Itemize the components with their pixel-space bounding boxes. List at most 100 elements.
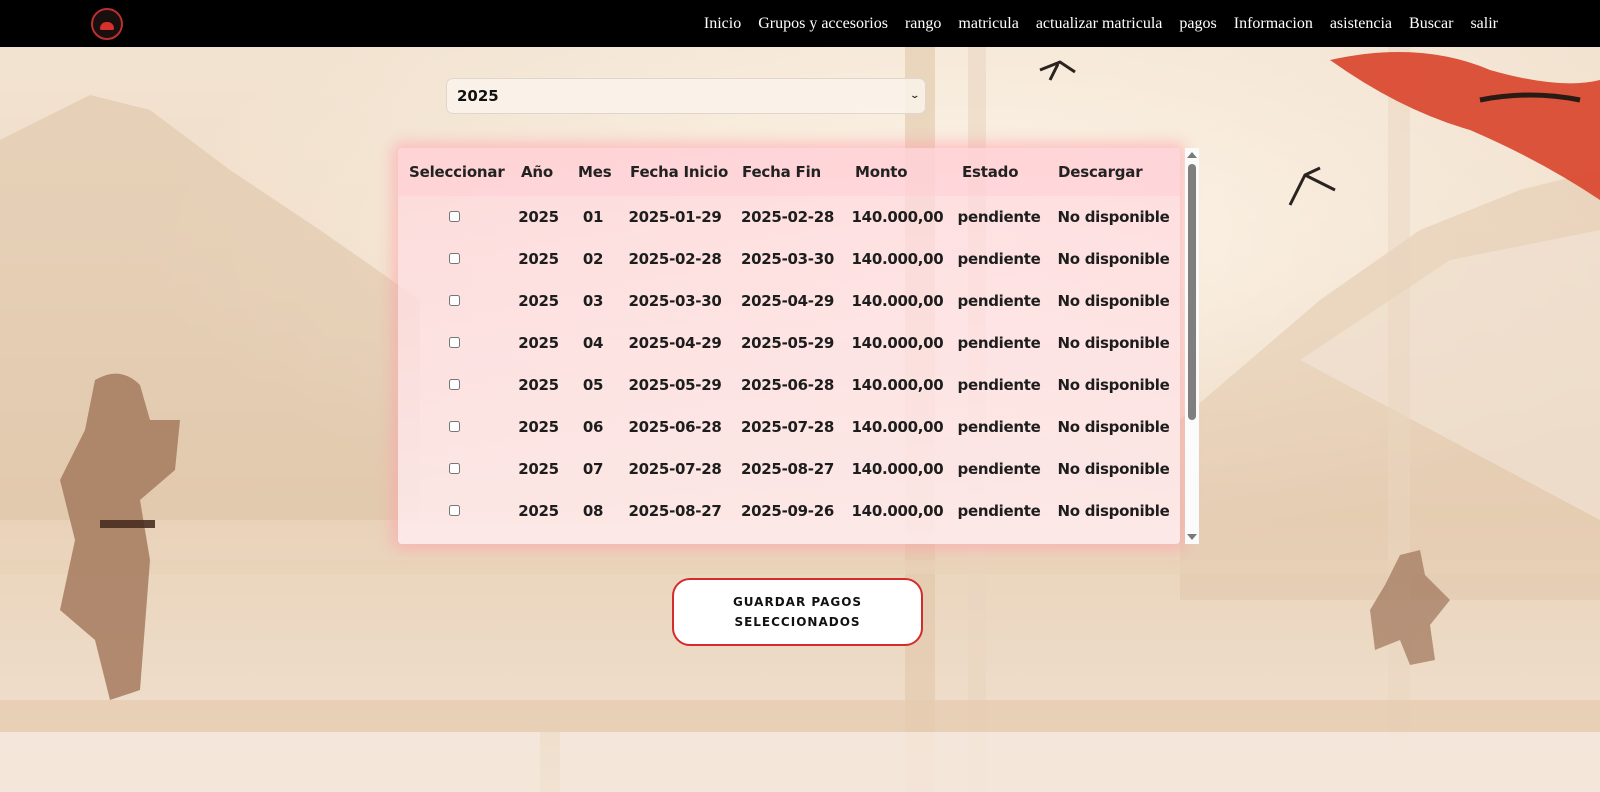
cell-monto: 140.000,00 bbox=[851, 250, 944, 268]
cell-fecha-fin: 2025-02-28 bbox=[741, 208, 834, 226]
cell-anio: 2025 bbox=[518, 376, 559, 394]
row-select-checkbox[interactable] bbox=[448, 379, 460, 390]
cell-estado: pendiente bbox=[957, 208, 1041, 226]
header-fecha-fin: Fecha Fin bbox=[742, 163, 821, 181]
table-row: 2025 07 2025-07-28 2025-08-27 140.000,00… bbox=[398, 448, 1180, 490]
cell-descargar: No disponible bbox=[1057, 376, 1170, 394]
nav-link-informacion[interactable]: Informacion bbox=[1234, 15, 1313, 33]
table-row: 2025 01 2025-01-29 2025-02-28 140.000,00… bbox=[398, 196, 1180, 238]
cell-mes: 08 bbox=[582, 502, 604, 520]
cell-anio: 2025 bbox=[518, 460, 559, 478]
table-row: 2025 06 2025-06-28 2025-07-28 140.000,00… bbox=[398, 406, 1180, 448]
nav-link-asistencia[interactable]: asistencia bbox=[1330, 15, 1392, 33]
cell-fecha-inicio: 2025-08-27 bbox=[628, 502, 722, 520]
row-select-checkbox[interactable] bbox=[448, 421, 460, 432]
table-row: 2025 05 2025-05-29 2025-06-28 140.000,00… bbox=[398, 364, 1180, 406]
cell-descargar: No disponible bbox=[1057, 460, 1170, 478]
cell-anio: 2025 bbox=[518, 334, 559, 352]
cell-fecha-fin: 2025-09-26 bbox=[741, 502, 834, 520]
cell-fecha-fin: 2025-05-29 bbox=[741, 334, 834, 352]
payments-table-card: Seleccionar Año Mes Fecha Inicio Fecha F… bbox=[398, 148, 1180, 544]
year-select-value: 2025 bbox=[457, 87, 499, 105]
cell-anio: 2025 bbox=[518, 418, 559, 436]
cell-monto: 140.000,00 bbox=[851, 460, 944, 478]
cell-fecha-fin: 2025-08-27 bbox=[741, 460, 834, 478]
cell-estado: pendiente bbox=[957, 376, 1041, 394]
payments-table-container: Seleccionar Año Mes Fecha Inicio Fecha F… bbox=[398, 148, 1200, 544]
cell-estado: pendiente bbox=[957, 418, 1041, 436]
cell-descargar: No disponible bbox=[1057, 250, 1170, 268]
table-scrollbar[interactable] bbox=[1185, 148, 1199, 544]
scroll-down-arrow-icon[interactable] bbox=[1187, 534, 1197, 540]
table-header-row: Seleccionar Año Mes Fecha Inicio Fecha F… bbox=[398, 148, 1180, 196]
save-selected-payments-button[interactable]: GUARDAR PAGOS SELECCIONADOS bbox=[672, 578, 923, 646]
cell-mes: 07 bbox=[582, 460, 604, 478]
cell-mes: 01 bbox=[582, 208, 604, 226]
cell-monto: 140.000,00 bbox=[851, 418, 944, 436]
cell-fecha-fin: 2025-03-30 bbox=[741, 250, 834, 268]
header-monto: Monto bbox=[855, 163, 908, 181]
cell-anio: 2025 bbox=[518, 250, 559, 268]
cell-descargar: No disponible bbox=[1057, 334, 1170, 352]
nav-link-rango[interactable]: rango bbox=[905, 15, 941, 33]
cell-anio: 2025 bbox=[518, 208, 559, 226]
cell-fecha-fin: 2025-06-28 bbox=[741, 376, 834, 394]
row-select-checkbox[interactable] bbox=[448, 211, 460, 222]
nav-link-inicio[interactable]: Inicio bbox=[704, 15, 741, 33]
nav-link-grupos[interactable]: Grupos y accesorios bbox=[758, 15, 888, 33]
cell-estado: pendiente bbox=[957, 292, 1041, 310]
nav-links: Inicio Grupos y accesorios rango matricu… bbox=[704, 0, 1498, 47]
nav-link-buscar[interactable]: Buscar bbox=[1409, 15, 1453, 33]
nav-link-matricula[interactable]: matricula bbox=[958, 15, 1018, 33]
row-select-checkbox[interactable] bbox=[448, 253, 460, 264]
dojo-logo-icon[interactable] bbox=[91, 8, 123, 40]
row-select-checkbox[interactable] bbox=[448, 505, 460, 516]
header-mes: Mes bbox=[578, 163, 612, 181]
cell-anio: 2025 bbox=[518, 502, 559, 520]
cell-mes: 02 bbox=[582, 250, 604, 268]
header-seleccionar: Seleccionar bbox=[409, 163, 505, 181]
cell-monto: 140.000,00 bbox=[851, 208, 944, 226]
cell-fecha-inicio: 2025-07-28 bbox=[628, 460, 722, 478]
header-anio: Año bbox=[521, 163, 553, 181]
cell-monto: 140.000,00 bbox=[851, 334, 944, 352]
cell-descargar: No disponible bbox=[1057, 418, 1170, 436]
cell-fecha-fin: 2025-04-29 bbox=[741, 292, 834, 310]
row-select-checkbox[interactable] bbox=[448, 295, 460, 306]
row-select-checkbox[interactable] bbox=[448, 337, 460, 348]
scrollbar-thumb[interactable] bbox=[1188, 164, 1196, 420]
table-row: 2025 03 2025-03-30 2025-04-29 140.000,00… bbox=[398, 280, 1180, 322]
cell-fecha-inicio: 2025-02-28 bbox=[628, 250, 722, 268]
cell-anio: 2025 bbox=[518, 292, 559, 310]
cell-monto: 140.000,00 bbox=[851, 292, 944, 310]
cell-estado: pendiente bbox=[957, 250, 1041, 268]
cell-mes: 06 bbox=[582, 418, 604, 436]
cell-mes: 04 bbox=[582, 334, 604, 352]
nav-link-salir[interactable]: salir bbox=[1470, 15, 1498, 33]
chevron-down-icon: ⌄ bbox=[909, 91, 921, 101]
table-row: 2025 08 2025-08-27 2025-09-26 140.000,00… bbox=[398, 490, 1180, 532]
top-navbar: Inicio Grupos y accesorios rango matricu… bbox=[0, 0, 1600, 47]
cell-monto: 140.000,00 bbox=[851, 502, 944, 520]
cell-descargar: No disponible bbox=[1057, 502, 1170, 520]
header-fecha-inicio: Fecha Inicio bbox=[630, 163, 729, 181]
cell-fecha-inicio: 2025-06-28 bbox=[628, 418, 722, 436]
row-select-checkbox[interactable] bbox=[448, 463, 460, 474]
year-select[interactable]: 2025 ⌄ bbox=[446, 78, 926, 114]
scroll-up-arrow-icon[interactable] bbox=[1187, 152, 1197, 158]
cell-fecha-inicio: 2025-01-29 bbox=[628, 208, 722, 226]
cell-descargar: No disponible bbox=[1057, 292, 1170, 310]
payments-table: Seleccionar Año Mes Fecha Inicio Fecha F… bbox=[398, 148, 1180, 532]
nav-link-actualizar-matricula[interactable]: actualizar matricula bbox=[1036, 15, 1163, 33]
cell-fecha-inicio: 2025-04-29 bbox=[628, 334, 722, 352]
nav-link-pagos[interactable]: pagos bbox=[1179, 15, 1216, 33]
cell-monto: 140.000,00 bbox=[851, 376, 944, 394]
cell-fecha-inicio: 2025-05-29 bbox=[628, 376, 722, 394]
cell-fecha-inicio: 2025-03-30 bbox=[628, 292, 722, 310]
cell-fecha-fin: 2025-07-28 bbox=[741, 418, 834, 436]
header-descargar: Descargar bbox=[1058, 163, 1143, 181]
cell-estado: pendiente bbox=[957, 460, 1041, 478]
table-row: 2025 04 2025-04-29 2025-05-29 140.000,00… bbox=[398, 322, 1180, 364]
cell-estado: pendiente bbox=[957, 502, 1041, 520]
cell-estado: pendiente bbox=[957, 334, 1041, 352]
